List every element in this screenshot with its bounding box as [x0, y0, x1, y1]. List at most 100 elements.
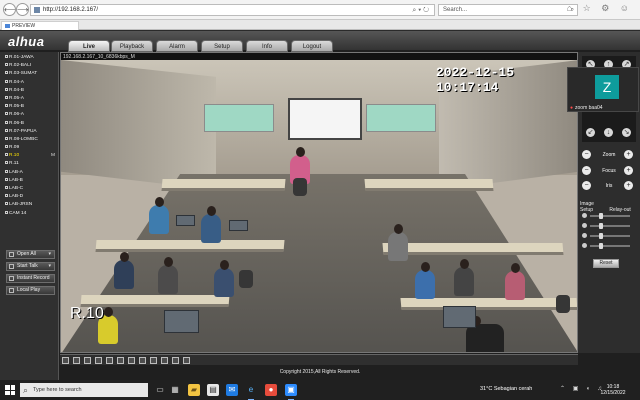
camera-list-item[interactable]: R.06-A — [2, 111, 57, 119]
tab-live[interactable]: Live — [68, 40, 110, 52]
fullscreen-icon[interactable] — [84, 357, 91, 364]
settings-icon[interactable] — [172, 357, 179, 364]
camera-list-item[interactable]: R.04-B — [2, 87, 57, 95]
camera-list-item-active[interactable]: R.10 M — [2, 152, 57, 160]
taskbar-search-input[interactable]: Type here to search — [20, 383, 148, 397]
camera-list-item[interactable]: R.08-LOMBC — [2, 136, 57, 144]
camera-list-item[interactable]: LAB-B — [2, 177, 57, 185]
taskbar-clock[interactable]: 10:18 12/15/2022 — [596, 384, 630, 396]
camera-list-item[interactable]: R.03-SUMAT — [2, 70, 57, 78]
app-header: alhua Live Playback Alarm Setup Info Log… — [0, 31, 640, 52]
main-stream-marker: M — [51, 153, 55, 159]
focus-plus-icon[interactable]: + — [624, 166, 633, 175]
weather-widget[interactable]: 31°C Sebagian cerah — [480, 386, 532, 392]
camera-list-item[interactable]: R.11 — [2, 160, 57, 168]
address-tools[interactable]: ⌕ ▾ ↻ — [412, 6, 429, 16]
browser-toolbar-icons[interactable]: ⌂ ☆ ⚙ ☺ — [567, 3, 633, 14]
close-video-icon[interactable] — [183, 357, 190, 364]
tab-logout[interactable]: Logout — [291, 40, 333, 52]
chair — [556, 295, 570, 313]
iris-minus-icon[interactable]: − — [582, 181, 591, 190]
iris-label: Iris — [605, 183, 613, 189]
tab-info[interactable]: Info — [246, 40, 288, 52]
camera-list-item[interactable]: LAB-D — [2, 193, 57, 201]
layout-16-icon[interactable] — [128, 357, 135, 364]
video-timestamp: 2022-12-15 10:17:14 — [436, 65, 515, 95]
laptop — [164, 310, 199, 333]
camera-icon — [5, 194, 8, 198]
camera-list-item[interactable]: R.06-B — [2, 120, 57, 128]
copyright-text: Copyright 2015,All Rights Reserved. — [279, 369, 361, 375]
tab-playback[interactable]: Playback — [111, 40, 153, 52]
instant-record-button[interactable]: Instant Record — [6, 274, 55, 283]
widgets-icon[interactable]: ▦ — [169, 384, 181, 396]
zoom-meeting-tile[interactable]: Z ● zoom baa04 — [567, 67, 639, 112]
play-icon — [9, 288, 14, 293]
browser-tab-preview[interactable]: PREVIEW — [1, 21, 79, 30]
address-bar[interactable]: http://192.168.2.167/ ⌕ ▾ ↻ — [30, 4, 435, 16]
focus-minus-icon[interactable]: − — [582, 166, 591, 175]
ptz-down-right-icon[interactable]: ↘ — [622, 128, 631, 137]
task-view-icon[interactable]: ▭ — [154, 384, 166, 396]
zoom-icon[interactable]: ▣ — [285, 384, 297, 400]
dahua-logo: alhua — [8, 34, 45, 49]
camera-list-item[interactable]: R.07-PAPUA — [2, 128, 57, 136]
camera-icon — [5, 169, 8, 173]
back-button[interactable]: ⟵ — [3, 3, 16, 16]
zoom-plus-icon[interactable]: + — [624, 150, 633, 159]
live-video-view[interactable]: 192.168.2.167_10_6836kbps_M 2022-12-15 1… — [60, 52, 578, 353]
file-explorer-icon[interactable]: ▰ — [188, 384, 200, 396]
student — [158, 257, 178, 294]
chrome-icon[interactable]: ● — [265, 384, 277, 396]
store-icon[interactable]: ▤ — [207, 384, 219, 396]
start-talk-button[interactable]: Start Talk ▾ — [6, 262, 55, 271]
windows-start-button[interactable] — [5, 385, 15, 395]
camera-list-item[interactable]: R.09 — [2, 144, 57, 152]
camera-list-item[interactable]: LAB-JRSN — [2, 201, 57, 209]
camera-icon — [5, 55, 8, 58]
open-all-button[interactable]: Open All ▾ — [6, 250, 55, 259]
tab-alarm[interactable]: Alarm — [156, 40, 198, 52]
browser-search[interactable]: Search... ⌕ — [438, 4, 578, 16]
student — [454, 259, 474, 296]
layout-4-icon[interactable] — [106, 357, 113, 364]
contrast-slider[interactable] — [582, 222, 634, 230]
hue-icon — [582, 243, 587, 248]
classroom-left-wall — [61, 60, 216, 190]
zoom-minus-icon[interactable]: − — [582, 150, 591, 159]
zoom-control: − Zoom + — [582, 150, 636, 160]
camera-list-item[interactable]: R.05-A — [2, 95, 57, 103]
ptz-down-left-icon[interactable]: ↙ — [586, 128, 595, 137]
layout-9-icon[interactable] — [117, 357, 124, 364]
camera-list-item[interactable]: R.01-JAWA — [2, 54, 57, 62]
hue-slider[interactable] — [582, 242, 634, 250]
iris-plus-icon[interactable]: + — [624, 181, 633, 190]
layout-1-icon[interactable] — [95, 357, 102, 364]
camera-list-item[interactable]: R.05-B — [2, 103, 57, 111]
saturation-slider[interactable] — [582, 232, 634, 240]
camera-list-item[interactable]: R.02-BALI — [2, 62, 57, 70]
camera-icon — [5, 95, 8, 99]
forward-button[interactable]: ⟶ — [16, 3, 29, 16]
ptz-down-icon[interactable]: ↓ — [604, 128, 613, 137]
camera-list-item[interactable]: CAM 14 — [2, 210, 57, 218]
iris-control: − Iris + — [582, 181, 636, 191]
zoom-icon[interactable] — [150, 357, 157, 364]
student — [201, 206, 221, 243]
camera-list-item[interactable]: LAB-A — [2, 169, 57, 177]
camera-list-item[interactable]: R.04-A — [2, 79, 57, 87]
dropdown-arrow-icon: ▾ — [48, 251, 51, 257]
audio-icon[interactable] — [139, 357, 146, 364]
reset-button[interactable]: Reset — [593, 259, 619, 268]
microphone-icon — [9, 264, 14, 269]
snapshot-icon[interactable] — [62, 357, 69, 364]
record-icon[interactable] — [73, 357, 80, 364]
edge-icon[interactable]: e — [245, 384, 257, 400]
playback-icon[interactable] — [161, 357, 168, 364]
student — [466, 316, 504, 352]
local-play-button[interactable]: Local Play — [6, 286, 55, 295]
brightness-slider[interactable] — [582, 212, 634, 220]
camera-list-item[interactable]: LAB-C — [2, 185, 57, 193]
tab-setup[interactable]: Setup — [201, 40, 243, 52]
mail-icon[interactable]: ✉ — [226, 384, 238, 396]
